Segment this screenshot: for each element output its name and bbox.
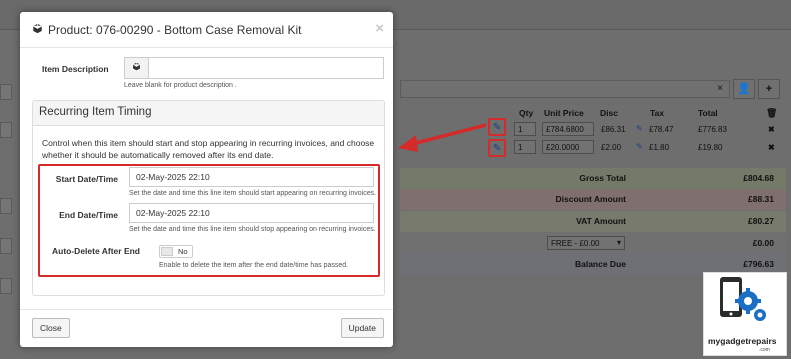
panel-description: Control when this item should start and … xyxy=(42,138,375,160)
background-left-control xyxy=(0,84,12,100)
column-header-total: Total xyxy=(698,108,718,118)
modal-title: Product: 076-00290 - Bottom Case Removal… xyxy=(32,23,301,37)
annotation-arrow xyxy=(398,123,487,152)
auto-delete-label: Auto-Delete After End xyxy=(52,246,140,256)
product-modal: Product: 076-00290 - Bottom Case Removal… xyxy=(20,12,393,347)
qty-input: 1 xyxy=(514,140,536,154)
delete-icon: ✖ xyxy=(768,143,775,152)
total-value: £776.83 xyxy=(698,125,727,134)
mygadgetrepairs-logo: mygadgetrepairs .com xyxy=(703,272,787,356)
close-button[interactable]: Close xyxy=(32,318,70,338)
summary-row-vat: VAT Amount £80.27 xyxy=(400,211,786,232)
toggle-knob xyxy=(161,247,173,256)
panel-title: Recurring Item Timing xyxy=(33,101,384,126)
background-left-control xyxy=(0,238,12,254)
add-customer-icon: 👤 xyxy=(733,79,755,99)
unit-price-input: £20.0000 xyxy=(542,140,594,154)
close-icon[interactable]: × xyxy=(375,20,384,37)
update-button[interactable]: Update xyxy=(340,318,384,338)
delete-icon: ✖ xyxy=(768,125,775,134)
logo-text: mygadgetrepairs xyxy=(708,336,777,346)
start-date-input[interactable]: 02-May-2025 22:10 xyxy=(129,167,374,187)
summary-row-gross: Gross Total £804.68 xyxy=(400,168,786,189)
phone-gear-icon xyxy=(720,277,766,321)
table-row: 1 £20.0000 £2.00 ✎ £1.80 £19.80 ✖ xyxy=(486,138,786,156)
column-header-qty: Qty xyxy=(519,108,534,118)
item-description-label: Item Description xyxy=(42,64,109,74)
tax-value: £78.47 xyxy=(649,125,674,134)
pencil-icon: ✎ xyxy=(636,142,643,151)
edit-item-button[interactable]: ✎ xyxy=(488,139,506,157)
modal-header: Product: 076-00290 - Bottom Case Removal… xyxy=(20,12,393,48)
auto-delete-help: Enable to delete the item after the end … xyxy=(159,262,349,269)
background-left-control xyxy=(0,122,12,138)
column-header-unit-price: Unit Price xyxy=(544,108,584,118)
item-description-help: Leave blank for product description . xyxy=(124,82,237,89)
modal-footer: Close Update xyxy=(20,309,393,347)
tax-value: £1.80 xyxy=(649,143,670,152)
pencil-icon: ✎ xyxy=(492,143,502,154)
qty-input: 1 xyxy=(514,122,536,136)
auto-delete-toggle[interactable]: No xyxy=(159,245,193,258)
shipping-select: FREE - £0.00 ▾ xyxy=(547,236,625,250)
edit-item-button[interactable]: ✎ xyxy=(488,118,506,136)
trash-icon: 🗑 xyxy=(766,108,778,118)
background-product-select: × xyxy=(400,80,730,98)
toggle-state: No xyxy=(178,247,188,256)
background-left-control xyxy=(0,278,12,294)
select-clear-icon: × xyxy=(717,83,723,94)
summary-row-discount: Discount Amount £88.31 xyxy=(400,189,786,210)
item-description-input[interactable] xyxy=(148,57,384,79)
summary-row-shipping: FREE - £0.00 ▾ £0.00 xyxy=(400,233,786,254)
pencil-icon: ✎ xyxy=(492,122,502,133)
add-item-icon: + xyxy=(758,79,780,99)
pencil-icon: ✎ xyxy=(636,124,643,133)
end-date-help: Set the date and time this line item sho… xyxy=(129,226,376,233)
chevron-down-icon: ▾ xyxy=(616,238,621,247)
disc-value: £86.31 xyxy=(601,125,626,134)
table-row: 1 £784.6800 £86.31 ✎ £78.47 £776.83 ✖ xyxy=(486,120,786,138)
disc-value: £2.00 xyxy=(601,143,622,152)
total-value: £19.80 xyxy=(698,143,723,152)
cube-icon xyxy=(32,23,43,37)
column-header-tax: Tax xyxy=(650,108,665,118)
end-date-label: End Date/Time xyxy=(59,210,118,220)
modal-title-text: Product: 076-00290 - Bottom Case Removal… xyxy=(48,23,302,37)
logo-subtext: .com xyxy=(759,347,770,353)
cube-icon xyxy=(124,57,149,79)
column-header-disc: Disc xyxy=(600,108,618,118)
end-date-input[interactable]: 02-May-2025 22:10 xyxy=(129,203,374,223)
background-left-control xyxy=(0,198,12,214)
start-date-help: Set the date and time this line item sho… xyxy=(129,190,377,197)
unit-price-input: £784.6800 xyxy=(542,122,594,136)
start-date-label: Start Date/Time xyxy=(55,174,118,184)
